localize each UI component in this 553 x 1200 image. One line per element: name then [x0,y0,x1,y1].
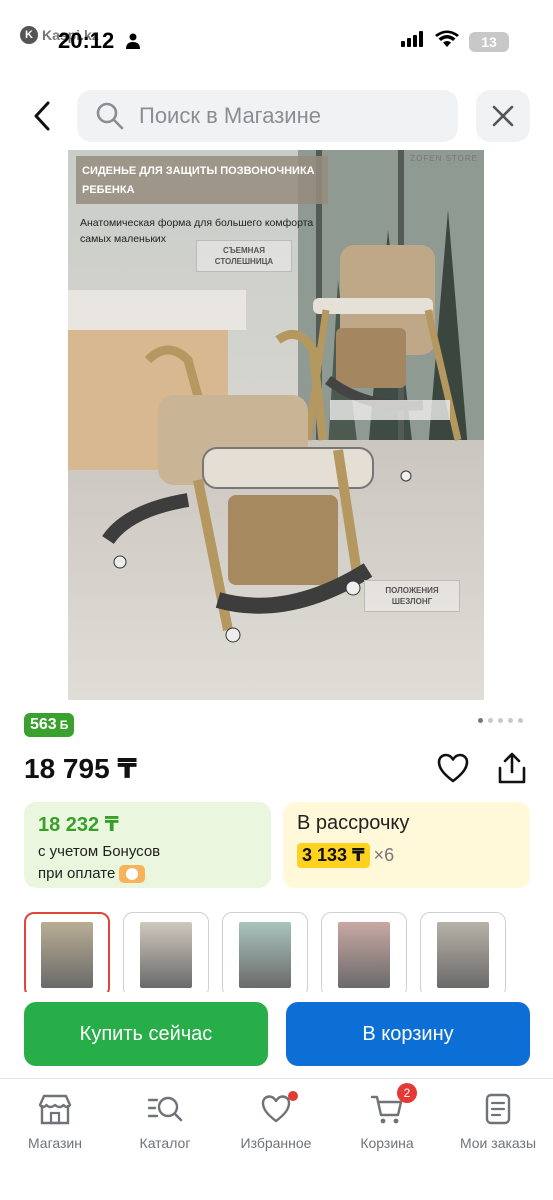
thumbnail-5[interactable] [420,912,506,992]
bottom-navigation: Магазин Каталог Избранное 2 Корзина Мои … [0,1078,553,1200]
installment-title: В рассрочку [297,812,410,834]
nav-orders-label: Мои заказы [459,1135,537,1151]
nav-cart[interactable]: 2 Корзина [332,1083,442,1151]
status-bar: K Kaspi.kz 20:12 13 [0,0,553,80]
bonus-amount: 563 [30,716,57,733]
bonus-badge: 563 Б [24,713,75,737]
catalog-search-icon [147,1091,183,1127]
installment-row: 3 133 ₸ ×6 [297,843,516,868]
thumbnail-image [338,922,390,988]
pagination-dot [518,718,523,723]
favorites-notification-dot [288,1091,298,1101]
nav-catalog[interactable]: Каталог [110,1091,220,1151]
nav-favorites[interactable]: Избранное [221,1091,331,1151]
thumbnail-strip [24,912,553,992]
cart-count-badge: 2 [397,1083,417,1103]
add-to-cart-button[interactable]: В корзину [286,1002,530,1066]
installment-monthly: 3 133 ₸ [297,843,370,868]
heart-icon [437,753,469,783]
person-icon [126,33,140,54]
wifi-icon [435,30,459,53]
status-indicators: 13 [401,30,509,53]
nav-shop-label: Магазин [27,1135,82,1151]
cart-icon: 2 [369,1083,417,1127]
bonus-currency-icon: Б [59,718,69,732]
share-button[interactable] [493,749,531,787]
nav-cart-label: Корзина [360,1135,414,1151]
thumbnail-3[interactable] [222,912,308,992]
bonus-text-line2-wrap: при оплате [38,863,257,885]
thumbnail-1[interactable] [24,912,110,992]
pagination-dot [478,718,483,723]
installment-multiplier: ×6 [373,845,395,865]
product-image[interactable]: СИДЕНЬЕ ДЛЯ ЗАЩИТЫ ПОЗВОНОЧНИКА РЕБЕНКА … [68,150,484,700]
bonus-price: 18 232 ₸ [38,814,119,836]
status-time: 20:12 [58,28,115,53]
thumbnail-image [41,922,93,988]
favorite-button[interactable] [434,749,472,787]
image-pagination [478,718,523,723]
nav-shop[interactable]: Магазин [0,1091,110,1151]
nav-catalog-label: Каталог [139,1135,191,1151]
close-search-button[interactable] [476,90,530,142]
bonus-text-line2: при оплате [38,864,116,882]
pagination-dot [498,718,503,723]
image-callout-table: СЪЕМНАЯ СТОЛЕШНИЦА [196,240,292,273]
thumbnail-image [140,922,192,988]
bonus-price-card[interactable]: 18 232 ₸ с учетом Бонусов при оплате [24,802,271,888]
buy-now-button[interactable]: Купить сейчас [24,1002,268,1066]
nav-orders[interactable]: Мои заказы [443,1091,553,1151]
close-icon [492,105,514,127]
thumbnail-image [239,922,291,988]
back-button[interactable] [20,94,64,138]
search-input[interactable] [139,103,429,129]
installment-card[interactable]: В рассрочку 3 133 ₸ ×6 [283,802,530,888]
thumbnail-4[interactable] [321,912,407,992]
image-banner-title: СИДЕНЬЕ ДЛЯ ЗАЩИТЫ ПОЗВОНОЧНИКА РЕБЕНКА [76,156,328,204]
bonus-text-line1: с учетом Бонусов [38,843,161,860]
pagination-dot [488,718,493,723]
search-box[interactable] [77,90,458,142]
heart-icon [258,1091,298,1127]
battery-icon: 13 [469,31,509,52]
thumbnail-image [437,922,489,988]
nav-favorites-label: Избранное [240,1135,312,1151]
kaspi-pay-icon [119,864,146,883]
bonus-price-description: с учетом Бонусов при оплате [38,841,257,885]
share-icon [498,752,526,784]
signal-icon [401,31,425,52]
image-brand-label: ZOFEN STORE [410,154,478,163]
image-callout-recline: ПОЛОЖЕНИЯ ШЕЗЛОНГ [364,580,460,613]
product-price: 18 795 ₸ [24,753,137,784]
thumbnail-2[interactable] [123,912,209,992]
pagination-dot [508,718,513,723]
search-header [0,88,553,144]
search-icon [96,102,124,130]
kaspi-logo-icon: K [20,26,38,44]
orders-list-icon [480,1091,516,1127]
store-icon [37,1091,73,1127]
chevron-left-icon [34,101,50,131]
